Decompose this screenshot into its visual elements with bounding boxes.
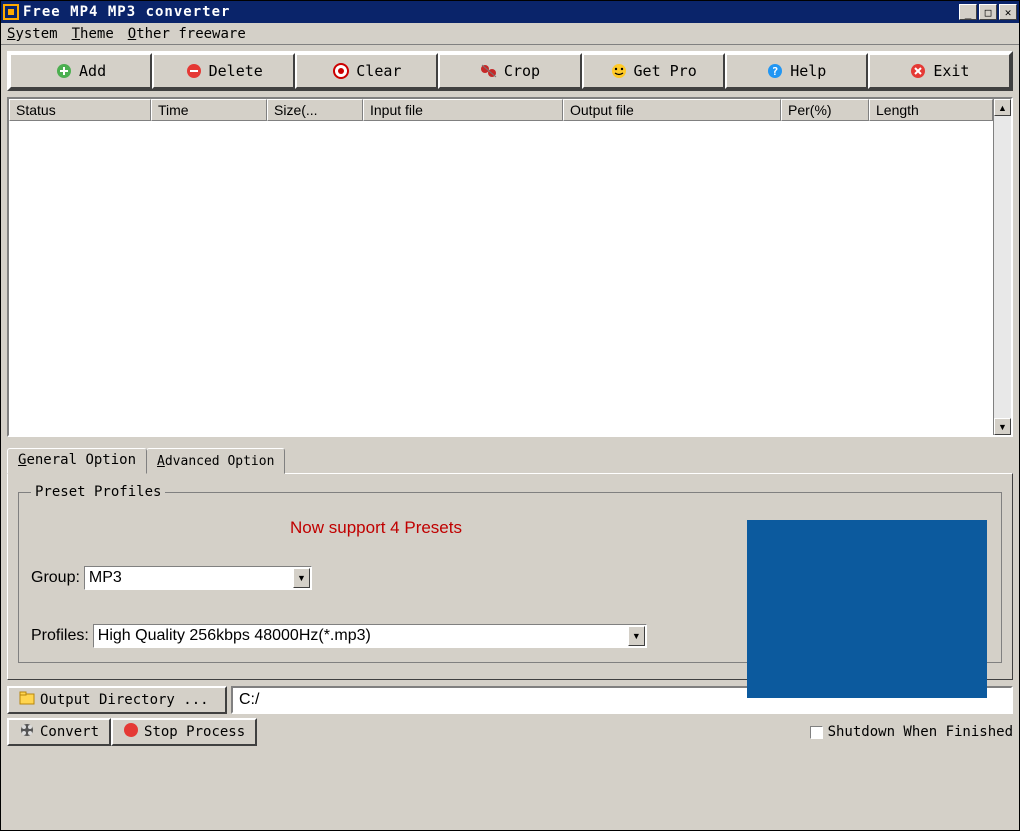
profiles-label: Profiles: bbox=[31, 627, 89, 645]
menu-system[interactable]: System bbox=[7, 26, 58, 42]
titlebar: Free MP4 MP3 converter _ □ ✕ bbox=[1, 1, 1019, 23]
preset-message: Now support 4 Presets bbox=[31, 518, 721, 538]
close-button[interactable]: ✕ bbox=[999, 4, 1017, 20]
output-directory-button[interactable]: Output Directory ... bbox=[7, 686, 227, 714]
preset-legend: Preset Profiles bbox=[31, 484, 165, 500]
shutdown-checkbox[interactable]: Shutdown When Finished bbox=[810, 724, 1013, 740]
stop-icon bbox=[123, 722, 139, 742]
tab-advanced-option[interactable]: Advanced Option bbox=[146, 448, 285, 474]
preview-area bbox=[747, 520, 987, 698]
scroll-up-icon[interactable]: ▲ bbox=[994, 99, 1011, 116]
col-per[interactable]: Per(%) bbox=[781, 99, 869, 121]
group-label: Group: bbox=[31, 569, 80, 587]
col-status[interactable]: Status bbox=[9, 99, 151, 121]
menu-theme[interactable]: Theme bbox=[72, 26, 114, 42]
file-list-body[interactable] bbox=[9, 121, 993, 435]
convert-icon bbox=[19, 722, 35, 742]
group-combobox[interactable]: MP3 ▼ bbox=[84, 566, 312, 590]
app-icon bbox=[3, 4, 19, 20]
col-input-file[interactable]: Input file bbox=[363, 99, 563, 121]
menubar: System Theme Other freeware bbox=[1, 23, 1019, 45]
window-title: Free MP4 MP3 converter bbox=[23, 4, 230, 20]
stop-process-button[interactable]: Stop Process bbox=[111, 718, 257, 746]
svg-text:?: ? bbox=[772, 65, 779, 78]
menu-other-freeware[interactable]: Other freeware bbox=[128, 26, 246, 42]
dropdown-icon[interactable]: ▼ bbox=[293, 568, 310, 588]
crop-button[interactable]: Crop bbox=[438, 53, 581, 89]
delete-icon bbox=[185, 62, 203, 80]
clear-icon bbox=[332, 62, 350, 80]
minimize-button[interactable]: _ bbox=[959, 4, 977, 20]
convert-button[interactable]: Convert bbox=[7, 718, 111, 746]
getpro-icon bbox=[610, 62, 628, 80]
col-size[interactable]: Size(... bbox=[267, 99, 363, 121]
profiles-combobox[interactable]: High Quality 256kbps 48000Hz(*.mp3) ▼ bbox=[93, 624, 647, 648]
maximize-button[interactable]: □ bbox=[979, 4, 997, 20]
folder-icon bbox=[19, 691, 35, 709]
crop-icon bbox=[480, 62, 498, 80]
vertical-scrollbar[interactable]: ▲ ▼ bbox=[993, 99, 1011, 435]
dropdown-icon[interactable]: ▼ bbox=[628, 626, 645, 646]
file-list: Status Time Size(... Input file Output f… bbox=[7, 97, 1013, 437]
add-button[interactable]: Add bbox=[9, 53, 152, 89]
tab-panel-general: Preset Profiles Now support 4 Presets Gr… bbox=[7, 473, 1013, 680]
preset-profiles-group: Preset Profiles Now support 4 Presets Gr… bbox=[18, 484, 1002, 663]
delete-button[interactable]: Delete bbox=[152, 53, 295, 89]
exit-button[interactable]: Exit bbox=[868, 53, 1011, 89]
scroll-down-icon[interactable]: ▼ bbox=[994, 418, 1011, 435]
help-button[interactable]: ? Help bbox=[725, 53, 868, 89]
col-output-file[interactable]: Output file bbox=[563, 99, 781, 121]
tab-general-option[interactable]: General Option bbox=[7, 448, 147, 474]
checkbox-icon[interactable] bbox=[810, 726, 823, 739]
clear-button[interactable]: Clear bbox=[295, 53, 438, 89]
exit-icon bbox=[909, 62, 927, 80]
toolbar: Add Delete Clear Crop Get Pro ? Help bbox=[7, 51, 1013, 91]
column-headers: Status Time Size(... Input file Output f… bbox=[9, 99, 993, 121]
col-time[interactable]: Time bbox=[151, 99, 267, 121]
col-length[interactable]: Length bbox=[869, 99, 993, 121]
add-icon bbox=[55, 62, 73, 80]
tabstrip: General Option Advanced Option bbox=[7, 448, 1013, 474]
getpro-button[interactable]: Get Pro bbox=[582, 53, 725, 89]
help-icon: ? bbox=[766, 62, 784, 80]
